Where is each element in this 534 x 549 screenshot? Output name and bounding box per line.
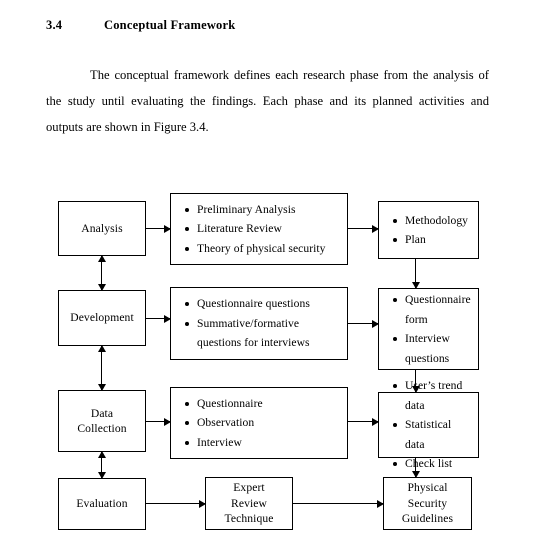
phase-box-development: Development xyxy=(58,290,146,346)
output-item: Statistical data xyxy=(393,415,472,454)
activity-box-development: Questionnaire questions Summative/format… xyxy=(170,287,348,360)
activity-item: Questionnaire questions xyxy=(185,294,341,314)
guidelines-label: Physical Security Guidelines xyxy=(401,481,454,526)
output-item-continuation: questions xyxy=(405,351,450,365)
connector-datacollection-evaluation xyxy=(101,452,103,478)
phase-label: Evaluation xyxy=(76,497,128,511)
activity-item: Observation xyxy=(185,413,341,433)
output-item: Questionnaire xyxy=(393,290,472,310)
output-box-development: Questionnaire form Interview questions xyxy=(378,288,479,370)
connector-activities-to-outputs-1 xyxy=(348,228,378,230)
section-number: 3.4 xyxy=(46,18,63,32)
output-item: User’s trend data xyxy=(393,376,472,415)
output-box-analysis: Methodology Plan xyxy=(378,201,479,259)
activity-item: Theory of physical security xyxy=(185,239,341,259)
output-box-data-collection: User’s trend data Statistical data Check… xyxy=(378,379,479,470)
output-item: Interview xyxy=(393,329,472,349)
activity-item: Questionnaire xyxy=(185,394,341,414)
activity-item-continuation: questions for interviews xyxy=(197,336,310,350)
connector-output3-to-guidelines xyxy=(415,458,417,477)
connector-development-to-activities xyxy=(146,318,170,320)
activity-item: Preliminary Analysis xyxy=(185,200,341,220)
connector-evaluation-to-expert-review xyxy=(146,503,205,505)
connector-analysis-to-activities xyxy=(146,228,170,230)
activity-box-analysis: Preliminary Analysis Literature Review T… xyxy=(170,193,348,265)
connector-development-datacollection xyxy=(101,346,103,390)
physical-security-guidelines-box: Physical Security Guidelines xyxy=(383,477,472,530)
section-heading: 3.4 Conceptual Framework xyxy=(46,18,235,33)
phase-label: Development xyxy=(70,311,134,325)
expert-review-label: Expert Review Technique xyxy=(224,481,274,526)
section-title: Conceptual Framework xyxy=(104,18,236,32)
connector-expert-review-to-guidelines xyxy=(293,503,383,505)
connector-activities-to-outputs-3 xyxy=(348,421,378,423)
phase-label: Data Collection xyxy=(77,406,127,436)
connector-analysis-development xyxy=(101,256,103,290)
phase-box-evaluation: Evaluation xyxy=(58,478,146,530)
intro-paragraph: The conceptual framework defines each re… xyxy=(46,68,489,134)
activity-item: Literature Review xyxy=(185,219,341,239)
connector-output1-to-output2 xyxy=(415,259,417,288)
phase-box-analysis: Analysis xyxy=(58,201,146,256)
activity-item: Summative/formative xyxy=(185,314,341,334)
expert-review-technique-box: Expert Review Technique xyxy=(205,477,293,530)
output-item-continuation: form xyxy=(405,312,428,326)
activity-item: Interview xyxy=(185,433,341,453)
connector-datacollection-to-activities xyxy=(146,421,170,423)
phase-label: Analysis xyxy=(81,221,123,235)
output-item: Plan xyxy=(393,230,472,250)
connector-activities-to-outputs-2 xyxy=(348,323,378,325)
activity-box-data-collection: Questionnaire Observation Interview xyxy=(170,387,348,459)
output-item: Methodology xyxy=(393,211,472,231)
phase-box-data-collection: Data Collection xyxy=(58,390,146,452)
